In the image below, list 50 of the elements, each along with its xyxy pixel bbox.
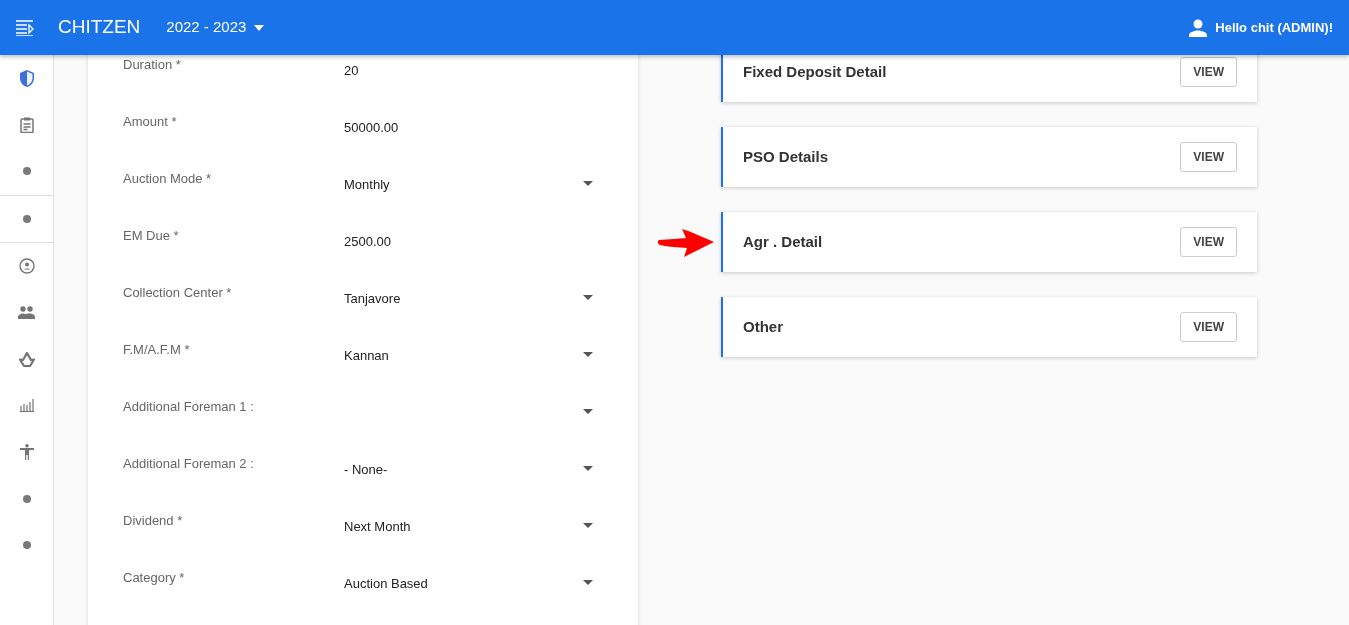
dropdown-caret-icon[interactable] bbox=[583, 523, 593, 528]
input-value[interactable]: 2500.00 bbox=[344, 232, 391, 252]
card-title: PSO Details bbox=[743, 146, 829, 167]
card-title: Fixed Deposit Detail bbox=[743, 61, 887, 82]
dropdown-caret-icon[interactable] bbox=[583, 181, 593, 186]
select-value[interactable]: Tanjavore bbox=[344, 289, 401, 309]
field-label: Additional Foreman 2 : bbox=[123, 455, 255, 473]
caret-icon[interactable] bbox=[254, 24, 265, 31]
view-button[interactable]: VIEW bbox=[1180, 57, 1237, 87]
dropdown-caret-icon[interactable] bbox=[583, 580, 593, 585]
field-label: F.M/A.F.M * bbox=[123, 341, 191, 359]
field-label: Amount * bbox=[123, 113, 178, 131]
input-value[interactable]: 50000.00 bbox=[344, 118, 399, 138]
user-icon bbox=[1189, 18, 1208, 37]
view-button[interactable]: VIEW bbox=[1180, 227, 1237, 257]
field-label: Collection Center * bbox=[123, 284, 233, 302]
select-value[interactable]: Kannan bbox=[344, 346, 389, 366]
view-button[interactable]: VIEW bbox=[1180, 142, 1237, 172]
dropdown-caret-icon[interactable] bbox=[583, 409, 593, 414]
dot-icon[interactable] bbox=[22, 214, 31, 223]
field-label: Auction Mode * bbox=[123, 170, 213, 188]
person-icon[interactable] bbox=[19, 444, 34, 461]
field-label: Dividend * bbox=[123, 512, 184, 530]
card-title: Agr . Detail bbox=[743, 231, 823, 252]
select-value[interactable]: - None- bbox=[344, 460, 388, 480]
input-value[interactable]: 20 bbox=[344, 61, 359, 81]
dropdown-caret-icon[interactable] bbox=[583, 352, 593, 357]
clipboard-icon[interactable] bbox=[19, 116, 34, 133]
field-label: EM Due * bbox=[123, 227, 180, 245]
view-button[interactable]: VIEW bbox=[1180, 312, 1237, 342]
dot-icon[interactable] bbox=[22, 541, 31, 550]
dot-icon[interactable] bbox=[22, 167, 31, 176]
user-circle-icon[interactable] bbox=[18, 258, 35, 275]
people-icon[interactable] bbox=[18, 306, 35, 320]
menu-icon[interactable] bbox=[16, 19, 34, 36]
field-label: Category * bbox=[123, 569, 186, 587]
select-value[interactable]: Next Month bbox=[344, 517, 411, 537]
card-title: Other bbox=[743, 316, 783, 337]
user-greeting: Hello chit (ADMIN)! bbox=[1215, 18, 1333, 37]
select-value[interactable]: Monthly bbox=[344, 175, 390, 195]
app-title: CHITZEN bbox=[58, 15, 141, 40]
select-value[interactable]: Auction Based bbox=[344, 574, 428, 594]
field-label: Additional Foreman 1 : bbox=[123, 398, 255, 416]
dropdown-caret-icon[interactable] bbox=[583, 466, 593, 471]
chart-icon[interactable] bbox=[19, 399, 34, 413]
year-selector[interactable]: 2022 - 2023 bbox=[166, 16, 247, 39]
dropdown-caret-icon[interactable] bbox=[583, 295, 593, 300]
dot-icon[interactable] bbox=[22, 494, 31, 503]
field-label: Duration * bbox=[123, 56, 182, 74]
shield-icon[interactable] bbox=[18, 69, 35, 87]
